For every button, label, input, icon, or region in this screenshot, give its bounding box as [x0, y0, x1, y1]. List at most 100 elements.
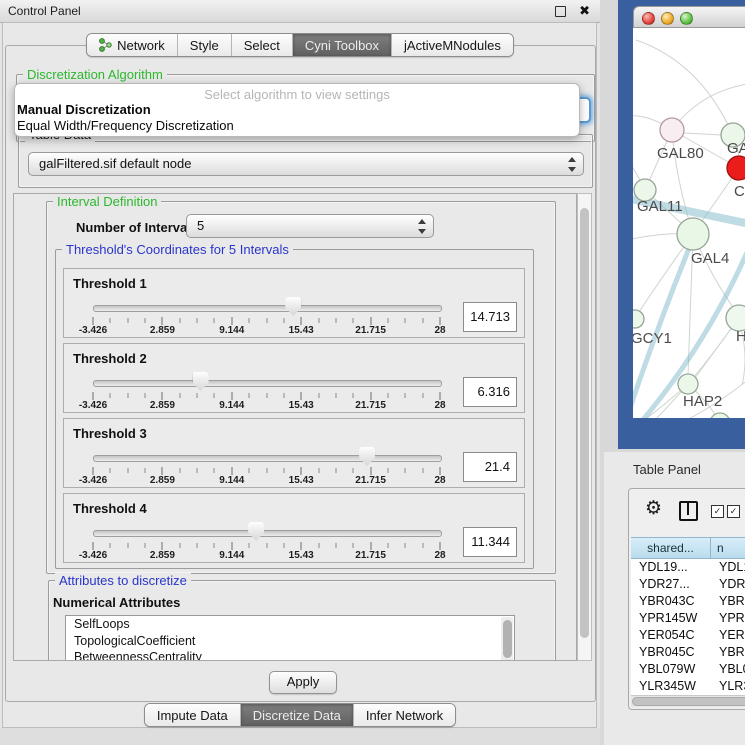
threshold-value-field[interactable]: 21.4	[463, 452, 517, 482]
horizontal-scrollbar[interactable]	[631, 695, 745, 707]
table-data-group: Table Data galFiltered.sif default node	[18, 134, 593, 188]
group-title: Discretization Algorithm	[23, 67, 167, 82]
num-intervals-combobox[interactable]: 5	[186, 214, 434, 238]
svg-text:GA: GA	[727, 140, 745, 157]
tab-infer-network[interactable]: Infer Network	[353, 704, 455, 726]
threshold-panel: Threshold 2 -3.4262.8599.14415.4321.7152…	[63, 343, 525, 413]
tab-select[interactable]: Select	[231, 34, 292, 56]
list-item[interactable]: TopologicalCoefficient	[66, 633, 514, 650]
table-cell[interactable]: YBL0	[713, 661, 745, 678]
table-cell[interactable]: YBL079W	[631, 661, 713, 678]
slider-track[interactable]	[93, 455, 442, 462]
gear-icon[interactable]: ⚙	[645, 499, 662, 519]
network-nodes[interactable]	[633, 118, 745, 418]
table-cell[interactable]: YDR27...	[631, 576, 713, 593]
group-title: Attributes to discretize	[55, 573, 191, 588]
table-cell[interactable]: YDL1	[713, 559, 745, 576]
slider-thumb[interactable]	[248, 522, 264, 541]
slider-tick-labels: -3.4262.8599.14415.4321.71528	[93, 325, 440, 337]
table-cell[interactable]: YDL19...	[631, 559, 713, 576]
slider-thumb[interactable]	[285, 297, 301, 316]
scrollbar-thumb[interactable]	[632, 697, 745, 706]
table-cell[interactable]: YBR0	[713, 644, 745, 661]
threshold-panel: Threshold 3 -3.4262.8599.14415.4321.7152…	[63, 418, 525, 488]
apply-button[interactable]: Apply	[269, 671, 337, 694]
list-scrollbar[interactable]	[501, 617, 513, 661]
table-panel: Table Panel ⚙ ✓ ✓ shared... n YDL19...YD…	[604, 452, 745, 745]
table-row[interactable]: YER054CYER0	[631, 627, 745, 644]
table-row[interactable]: YLR345WYLR3	[631, 678, 745, 695]
column-header-shared-name[interactable]: shared...	[631, 537, 711, 559]
table-cell[interactable]: YER0	[713, 627, 745, 644]
slider-track[interactable]	[93, 380, 442, 387]
table-row[interactable]: YBL079WYBL0	[631, 661, 745, 678]
threshold-value-field[interactable]: 14.713	[463, 302, 517, 332]
table-cell[interactable]: YDR2	[713, 576, 745, 593]
network-window-titlebar[interactable]	[633, 6, 745, 28]
scrollbar-thumb[interactable]	[580, 208, 589, 638]
node-red-selected	[727, 156, 745, 180]
control-panel-titlebar: Control Panel ✖	[0, 0, 600, 23]
network-canvas[interactable]: GAL80 GA C GAL11 GAL4 GCY1 H HAP2	[633, 28, 745, 418]
vertical-scrollbar[interactable]	[577, 193, 592, 661]
slider-track[interactable]	[93, 305, 442, 312]
zoom-button[interactable]	[680, 12, 693, 25]
minimize-button[interactable]	[661, 12, 674, 25]
dropdown-placeholder-item[interactable]: Select algorithm to view settings	[15, 87, 579, 102]
table-cell[interactable]: YBR045C	[631, 644, 713, 661]
table-row[interactable]: YDL19...YDL1	[631, 559, 745, 576]
table-data-combobox[interactable]: galFiltered.sif default node	[28, 152, 584, 176]
table-row[interactable]: YPR145WYPR1	[631, 610, 745, 627]
dropdown-item-equal-width[interactable]: Equal Width/Frequency Discretization	[15, 118, 579, 134]
svg-text:C: C	[734, 183, 745, 200]
checkbox-icon[interactable]: ✓	[711, 505, 724, 518]
group-title: Interval Definition	[53, 194, 161, 209]
table-cell[interactable]: YPR1	[713, 610, 745, 627]
cyni-content-panel: Discretization Algorithm Select algorith…	[5, 45, 596, 702]
slider-thumb[interactable]	[359, 447, 375, 466]
tab-network[interactable]: Network	[87, 34, 177, 56]
close-icon[interactable]: ✖	[579, 0, 590, 22]
svg-text:GAL11: GAL11	[637, 198, 683, 215]
table-cell[interactable]: YER054C	[631, 627, 713, 644]
checkbox-icon[interactable]: ✓	[727, 505, 740, 518]
num-intervals-label: Number of Intervals	[76, 220, 198, 235]
numerical-attributes-list[interactable]: SelfLoopsTopologicalCoefficientBetweenne…	[65, 615, 515, 661]
tab-impute-data[interactable]: Impute Data	[145, 704, 240, 726]
dropdown-item-manual[interactable]: Manual Discretization	[15, 102, 579, 118]
table-cell[interactable]: YLR345W	[631, 678, 713, 695]
slider-thumb[interactable]	[193, 372, 209, 391]
table-rows: YDL19...YDL1YDR27...YDR2YBR043CYBR0YPR14…	[631, 559, 745, 698]
svg-text:GCY1: GCY1	[633, 330, 672, 347]
close-button[interactable]	[642, 12, 655, 25]
network-icon	[99, 38, 112, 52]
network-view-background: GAL80 GA C GAL11 GAL4 GCY1 H HAP2	[618, 0, 745, 449]
table-cell[interactable]: YBR0	[713, 593, 745, 610]
threshold-value-field[interactable]: 11.344	[463, 527, 517, 557]
node-hap2	[678, 374, 698, 394]
table-cell[interactable]: YPR145W	[631, 610, 713, 627]
slider-track[interactable]	[93, 530, 442, 537]
float-window-icon[interactable]	[555, 6, 566, 17]
list-item[interactable]: BetweennessCentrality	[66, 649, 514, 661]
settings-scroll-viewport: Interval Definition Number of Intervals …	[13, 193, 577, 661]
table-row[interactable]: YDR27...YDR2	[631, 576, 745, 593]
slider-tick-labels: -3.4262.8599.14415.4321.71528	[93, 550, 440, 562]
threshold-value-field[interactable]: 6.316	[463, 377, 517, 407]
tab-discretize-data[interactable]: Discretize Data	[240, 704, 353, 726]
tab-style[interactable]: Style	[177, 34, 231, 56]
tab-cyni-toolbox[interactable]: Cyni Toolbox	[292, 34, 391, 56]
column-header-name[interactable]: n	[711, 537, 745, 559]
attributes-to-discretize-group: Attributes to discretize Numerical Attri…	[48, 580, 556, 661]
table-panel-title: Table Panel	[633, 462, 701, 477]
list-item[interactable]: SelfLoops	[66, 616, 514, 633]
table-row[interactable]: YBR043CYBR0	[631, 593, 745, 610]
tab-jactivemnodules[interactable]: jActiveMNodules	[391, 34, 513, 56]
combo-arrows-icon	[566, 156, 577, 173]
table-cell[interactable]: YLR3	[713, 678, 745, 695]
network-window: GAL80 GA C GAL11 GAL4 GCY1 H HAP2	[633, 6, 745, 418]
table-cell[interactable]: YBR043C	[631, 593, 713, 610]
split-columns-icon[interactable]	[679, 501, 698, 521]
control-panel-window: Control Panel ✖ Network Style	[0, 0, 600, 745]
table-row[interactable]: YBR045CYBR0	[631, 644, 745, 661]
